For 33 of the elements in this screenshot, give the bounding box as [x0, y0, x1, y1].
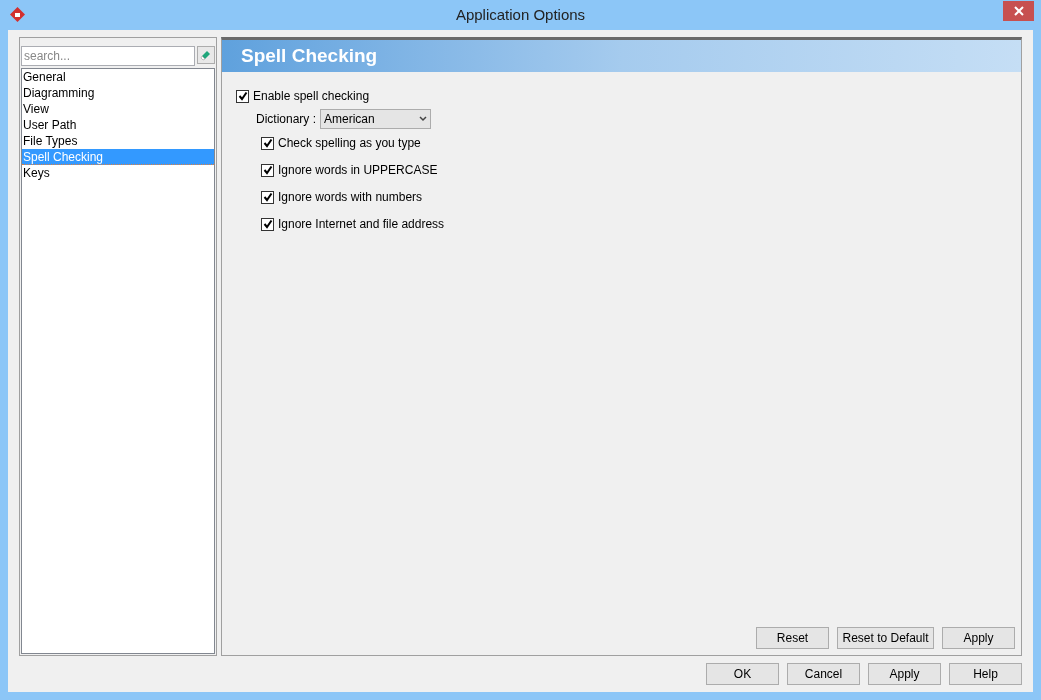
dialog-button[interactable]: Reset [756, 627, 829, 649]
close-button[interactable] [1003, 1, 1034, 21]
search-field[interactable]: search... [21, 46, 195, 66]
checkbox[interactable] [261, 163, 274, 177]
window-title: Application Options [455, 4, 586, 25]
app-logo-icon [10, 7, 25, 22]
checkbox[interactable] [261, 217, 274, 231]
checkbox[interactable] [261, 136, 274, 150]
checkbox[interactable] [261, 190, 274, 204]
panel-title: Spell Checking [241, 43, 378, 68]
category-item[interactable]: File Types [22, 133, 214, 149]
category-item[interactable]: User Path [22, 117, 214, 133]
dictionary-dropdown[interactable]: American [320, 109, 432, 129]
category-item[interactable]: Diagramming [22, 85, 214, 101]
dialog-button[interactable]: Help [949, 663, 1022, 685]
category-item[interactable]: General [22, 69, 214, 85]
dialog-button[interactable]: OK [706, 663, 779, 685]
dialog-button[interactable]: Reset to Default [837, 627, 934, 649]
dialog-button[interactable]: Apply [868, 663, 941, 685]
eraser-icon[interactable] [197, 46, 215, 64]
checkbox-label: Enable spell checking [253, 88, 370, 105]
category-item[interactable]: Keys [22, 165, 214, 181]
checkbox-label: Ignore words with numbers [278, 189, 423, 206]
checkbox[interactable] [236, 89, 249, 103]
checkbox-label: Check spelling as you type [278, 135, 421, 152]
dialog-button[interactable]: Apply [942, 627, 1015, 649]
category-item[interactable]: View [22, 101, 214, 117]
chevron-down-icon [419, 116, 428, 122]
checkbox-label: Ignore words in UPPERCASE [278, 162, 438, 179]
checkbox-label: Ignore Internet and file address [278, 216, 445, 233]
close-icon [1013, 6, 1024, 16]
dialog-button[interactable]: Cancel [787, 663, 860, 685]
dictionary-label: Dictionary : [256, 111, 317, 128]
